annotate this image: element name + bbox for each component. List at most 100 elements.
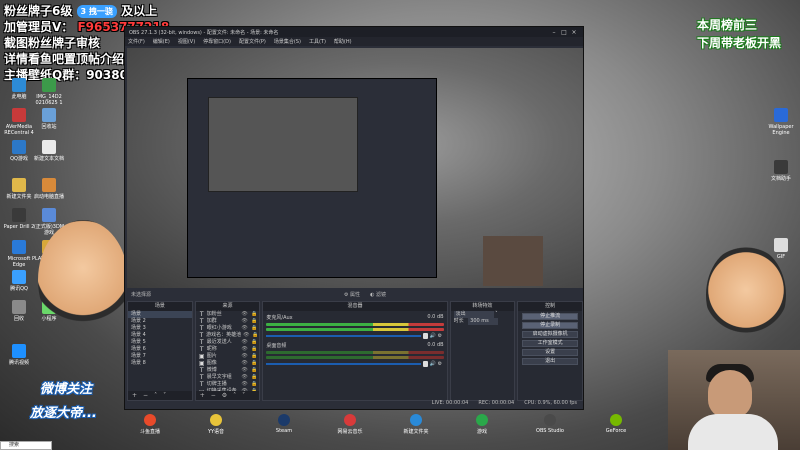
chevron-up-icon[interactable]: ˄ [233, 392, 236, 399]
source-item[interactable]: T 最近发送人 👁 🔒 [196, 339, 260, 346]
gear-icon[interactable]: ⚙ [222, 392, 227, 399]
menu-item[interactable]: 工具(T) [309, 38, 326, 45]
desktop-shortcut[interactable]: Microsoft Edge [2, 240, 36, 268]
close-icon[interactable]: × [569, 29, 579, 36]
source-item[interactable]: T 微博 👁 🔒 [196, 367, 260, 374]
desktop-shortcut[interactable]: QQ游戏 [2, 140, 36, 162]
eye-icon[interactable]: 👁 [241, 318, 249, 325]
source-item[interactable]: ▣ 图片 👁 🔒 [196, 353, 260, 360]
desktop-shortcut[interactable]: Wallpaper Engine [764, 108, 798, 136]
desktop-shortcut[interactable]: 腾讯QQ [2, 270, 36, 292]
source-item[interactable]: T 游戏名：英雄池 👁 🔒 [196, 332, 260, 339]
menu-item[interactable]: 帮助(H) [334, 38, 352, 45]
transition-type-select[interactable]: 淡出 ˅ [451, 311, 515, 318]
eye-icon[interactable]: 👁 [241, 353, 249, 360]
source-item[interactable]: T 晨早文字组 👁 🔒 [196, 374, 260, 381]
slider-knob[interactable] [422, 361, 428, 367]
source-item[interactable]: T 加粉丝 👁 🔒 [196, 311, 260, 318]
lock-icon[interactable]: 🔒 [251, 339, 259, 346]
chevron-down-icon[interactable]: ˅ [242, 392, 245, 399]
menu-item[interactable]: 配置文件(P) [239, 38, 266, 45]
remove-icon[interactable]: − [211, 392, 216, 399]
menu-item[interactable]: 编辑(E) [153, 38, 170, 45]
desktop-shortcut[interactable]: 回收 [2, 300, 36, 322]
eye-icon[interactable]: 👁 [241, 381, 249, 388]
control-button[interactable]: 工作室模式 [522, 340, 578, 347]
scene-item[interactable]: 场景 8 [128, 360, 192, 367]
scene-item[interactable]: 场景 5 [128, 339, 192, 346]
source-item[interactable]: T 眼红小游戏 👁 🔒 [196, 325, 260, 332]
eye-icon[interactable]: 👁 [241, 346, 249, 353]
search-input[interactable]: 搜索 [0, 441, 52, 450]
lock-icon[interactable]: 🔒 [251, 346, 259, 353]
control-button[interactable]: 启动虚拟摄像机 [522, 331, 578, 338]
chevron-down-icon[interactable]: ˅ [163, 392, 166, 399]
desktop-shortcut[interactable]: GeForce [596, 414, 636, 434]
maximize-icon[interactable]: □ [559, 29, 569, 36]
eye-icon[interactable]: 👁 [241, 360, 249, 367]
eye-icon[interactable]: 👁 [243, 332, 250, 339]
lock-icon[interactable]: 🔒 [251, 381, 259, 388]
volume-slider[interactable]: 🔊 ⚙ [266, 361, 443, 367]
speaker-icon[interactable]: 🔊 [430, 333, 436, 339]
desktop-shortcut[interactable]: 新建文件夹 [2, 178, 36, 200]
desktop-shortcut[interactable]: 斗鱼直播 [130, 414, 170, 435]
duration-input[interactable]: 300 ms [468, 318, 499, 325]
eye-icon[interactable]: 👁 [241, 311, 249, 318]
properties-button[interactable]: ⚙ 属性 [344, 291, 360, 298]
desktop-shortcut[interactable]: 游戏 [462, 414, 502, 435]
menu-item[interactable]: 场景集合(S) [274, 38, 301, 45]
source-item[interactable]: T 切牌主播 👁 🔒 [196, 381, 260, 388]
scene-item[interactable]: 场景 6 [128, 346, 192, 353]
eye-icon[interactable]: 👁 [241, 374, 249, 381]
scene-item[interactable]: 场景 3 [128, 325, 192, 332]
gear-icon[interactable]: ⚙ [438, 333, 444, 339]
desktop-shortcut[interactable]: 启动电脑直播 [32, 178, 66, 200]
control-button[interactable]: 设置 [522, 349, 578, 356]
slider-knob[interactable] [422, 333, 428, 339]
source-item[interactable]: T 昵称 👁 🔒 [196, 346, 260, 353]
menu-item[interactable]: 停靠窗口(D) [203, 38, 231, 45]
scene-item[interactable]: 场景 4 [128, 332, 192, 339]
desktop-shortcut[interactable]: Steam [264, 414, 304, 434]
menu-item[interactable]: 文件(F) [128, 38, 145, 45]
desktop-shortcut[interactable]: IMG_14D2 0210625 1 [32, 78, 66, 106]
menu-item[interactable]: 视图(V) [178, 38, 195, 45]
lock-icon[interactable]: 🔒 [251, 360, 259, 367]
lock-icon[interactable]: 🔒 [251, 325, 259, 332]
add-icon[interactable]: + [132, 392, 137, 399]
scene-item[interactable]: 场景 7 [128, 353, 192, 360]
desktop-shortcut[interactable]: Paper Drill 2 [2, 208, 36, 230]
desktop-shortcut[interactable]: 文档助手 [764, 160, 798, 182]
speaker-icon[interactable]: 🔊 [430, 361, 436, 367]
control-button[interactable]: 退出 [522, 358, 578, 365]
source-item[interactable]: ▣ 图像 👁 🔒 [196, 360, 260, 367]
control-button[interactable]: 停止录制 [522, 322, 578, 329]
desktop-shortcut[interactable]: 网易云音乐 [330, 414, 370, 435]
chevron-up-icon[interactable]: ˄ [154, 392, 157, 399]
lock-icon[interactable]: 🔒 [252, 332, 259, 339]
remove-icon[interactable]: − [143, 392, 148, 399]
add-icon[interactable]: + [200, 392, 205, 399]
obs-window[interactable]: OBS 27.1.3 (32-bit, windows) - 配置文件: 未命名… [124, 26, 584, 410]
volume-slider[interactable]: 🔊 ⚙ [266, 333, 443, 339]
lock-icon[interactable]: 🔒 [251, 318, 259, 325]
gear-icon[interactable]: ⚙ [438, 361, 444, 367]
desktop-shortcut[interactable]: OBS Studio [530, 414, 570, 434]
filters-button[interactable]: ◐ 滤镜 [370, 291, 386, 298]
lock-icon[interactable]: 🔒 [251, 311, 259, 318]
lock-icon[interactable]: 🔒 [251, 374, 259, 381]
control-button[interactable]: 停止推流 [522, 313, 578, 320]
lock-icon[interactable]: 🔒 [251, 367, 259, 374]
eye-icon[interactable]: 👁 [241, 325, 249, 332]
minimize-icon[interactable]: – [549, 29, 559, 36]
eye-icon[interactable]: 👁 [241, 367, 249, 374]
desktop-shortcut[interactable]: AVerMedia RECentral 4 [2, 108, 36, 136]
source-item[interactable]: T 加群 👁 🔒 [196, 318, 260, 325]
eye-icon[interactable]: 👁 [241, 339, 249, 346]
desktop-shortcut[interactable]: 新建文本文档 [32, 140, 66, 162]
desktop-shortcut[interactable]: YY语音 [196, 414, 236, 435]
desktop-shortcut[interactable]: 腾讯视频 [2, 344, 36, 366]
obs-titlebar[interactable]: OBS 27.1.3 (32-bit, windows) - 配置文件: 未命名… [125, 27, 583, 37]
lock-icon[interactable]: 🔒 [251, 353, 259, 360]
